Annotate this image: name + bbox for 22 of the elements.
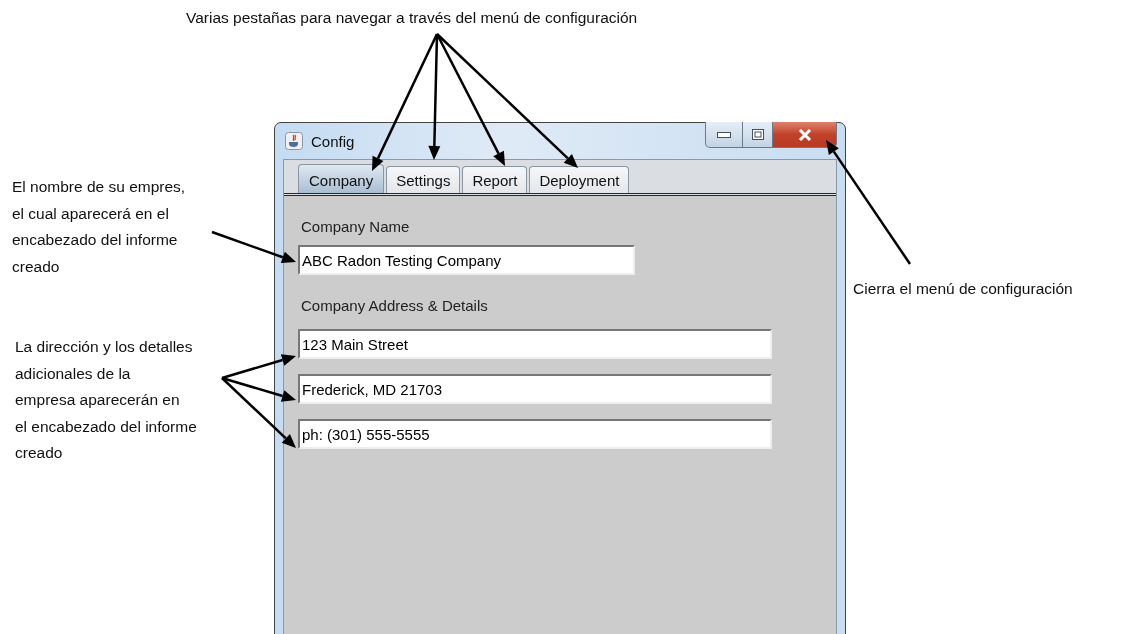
- close-button[interactable]: [773, 122, 837, 148]
- minimize-button[interactable]: [705, 122, 743, 148]
- close-icon: [797, 128, 812, 141]
- tab[interactable]: Company: [298, 164, 385, 193]
- callout-text: Cierra el menú de configuración: [853, 279, 1073, 299]
- input-field[interactable]: ABC Radon Testing Company: [298, 245, 635, 275]
- callout-text: La dirección y los detalles adicionales de la empresa aparecerán en el encabezado del informe creado: [15, 337, 197, 463]
- tab[interactable]: Settings: [386, 166, 461, 193]
- input-field[interactable]: 123 Main Street: [298, 329, 772, 359]
- window-title: Config: [311, 132, 355, 150]
- callout-text: Varias pestañas para navegar a través del menú de configuración: [186, 8, 638, 28]
- field-label: Company Name: [301, 218, 410, 235]
- callout-text: El nombre de su empres, el cual aparecerá en el encabezado del informe creado: [12, 177, 186, 277]
- coffee-cup-icon: [285, 132, 303, 150]
- tab[interactable]: Report: [462, 166, 528, 193]
- maximize-icon: [751, 129, 764, 140]
- maximize-button[interactable]: [743, 122, 773, 148]
- input-field[interactable]: ph: (301) 555-5555: [298, 419, 772, 449]
- tab[interactable]: Deployment: [529, 166, 630, 193]
- minimize-icon: [717, 131, 731, 138]
- input-field[interactable]: Frederick, MD 21703: [298, 374, 772, 404]
- field-label: Company Address & Details: [301, 297, 488, 314]
